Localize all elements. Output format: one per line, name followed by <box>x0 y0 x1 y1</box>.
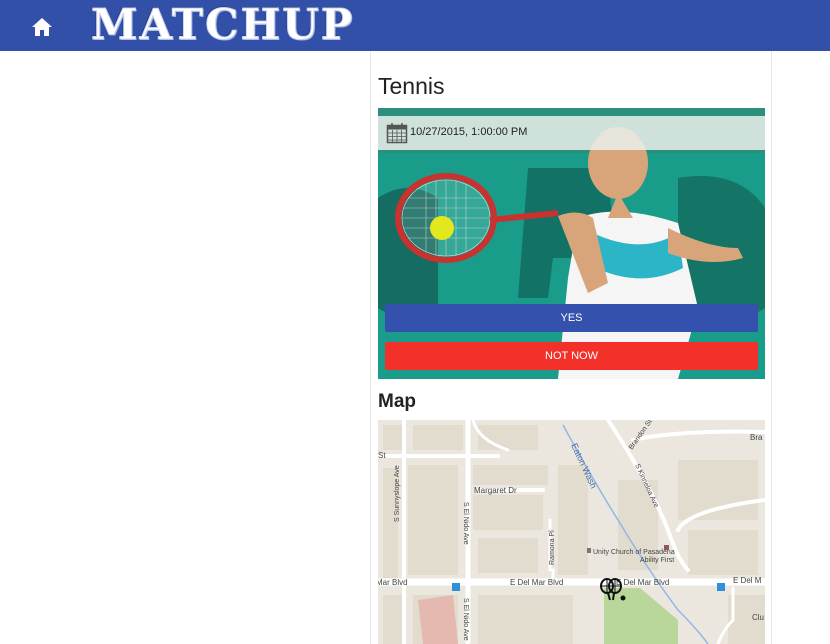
map-label-el-nido-2: S El Nido Ave <box>462 598 469 641</box>
event-datetime-bar: 10/27/2015, 1:00:00 PM <box>378 116 765 150</box>
home-icon[interactable] <box>30 16 54 38</box>
map-label-ramona-pl: Ramona Pl <box>549 530 556 565</box>
map-label-e-del-mar-3: E Del M <box>733 576 762 585</box>
map-label-mar-blvd: Mar Blvd <box>378 578 408 587</box>
map-label-st: St <box>378 451 386 460</box>
map-label-sunnyslope: S Sunnyslope Ave <box>394 465 401 522</box>
map-label-e-del-mar-1: E Del Mar Blvd <box>510 578 563 587</box>
event-datetime: 10/27/2015, 1:00:00 PM <box>410 126 528 138</box>
event-card: Tennis 10/27/2015, 1:00:00 PM YES NOT NO… <box>370 51 772 644</box>
map-title: Map <box>378 391 416 412</box>
map-label-ability-first: Ability First <box>640 557 674 564</box>
app-logo[interactable]: MATCHUP <box>90 1 354 48</box>
calendar-icon <box>386 122 408 144</box>
map-label-e-del-mar-2: E Del Mar Blvd <box>616 578 669 587</box>
map-label-club: Clu <box>752 613 764 622</box>
map-label-unity-church: Unity Church of Pasadena <box>593 549 675 556</box>
event-photo: 10/27/2015, 1:00:00 PM YES NOT NOW <box>378 108 765 379</box>
sport-title: Tennis <box>378 73 445 99</box>
map-label-el-nido-1: S El Nido Ave <box>462 502 469 545</box>
yes-button[interactable]: YES <box>385 304 758 332</box>
map-label-margaret-dr: Margaret Dr <box>474 486 517 495</box>
top-navbar: MATCHUP <box>0 0 830 51</box>
location-map[interactable]: St Bra Margaret Dr Mar Blvd E Del Mar Bl… <box>378 420 765 644</box>
not-now-button[interactable]: NOT NOW <box>385 342 758 370</box>
map-label-bra: Bra <box>750 433 763 442</box>
